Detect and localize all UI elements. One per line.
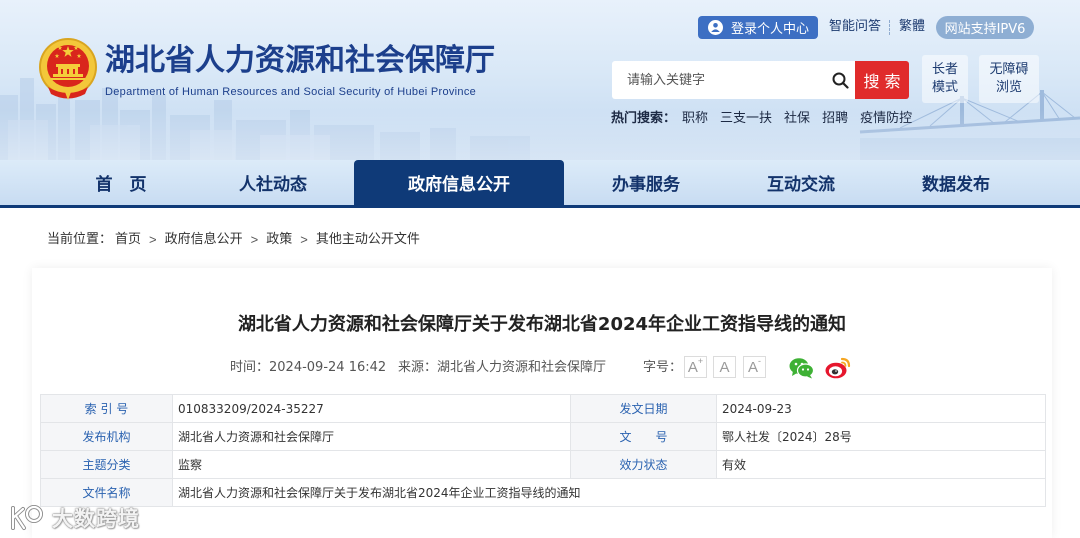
weibo-icon[interactable] xyxy=(825,356,851,379)
breadcrumb-item[interactable]: 首页 xyxy=(115,231,141,249)
table-label: 文 号 xyxy=(570,422,717,451)
hot-search-item[interactable]: 三支一扶 xyxy=(720,110,772,128)
hot-search: 热门搜索： 职称 三支一扶 社保 招聘 疫情防控 xyxy=(611,110,912,128)
font-size-mark: - xyxy=(758,356,761,366)
hot-search-label: 热门搜索： xyxy=(611,111,677,126)
article-title: 湖北省人力资源和社会保障厅关于发布湖北省2024年企业工资指导线的通知 xyxy=(237,314,847,335)
search-button[interactable]: 搜 索 xyxy=(855,61,909,99)
table-value: 湖北省人力资源和社会保障厅关于发布湖北省2024年企业工资指导线的通知 xyxy=(172,478,1046,507)
hot-search-item[interactable]: 职称 xyxy=(682,110,708,128)
nav-item-data-release[interactable]: 数据发布 xyxy=(880,160,1032,205)
breadcrumb-item[interactable]: 政策 xyxy=(266,231,292,249)
table-row: 文件名称 湖北省人力资源和社会保障厅关于发布湖北省2024年企业工资指导线的通知 xyxy=(40,478,1046,507)
search-box xyxy=(612,61,855,99)
elder-mode-button[interactable]: 长者 模式 xyxy=(922,55,968,103)
table-row: 发布机构 湖北省人力资源和社会保障厅 文 号 鄂人社发〔2024〕28号 xyxy=(40,422,1046,451)
elder-mode-label-line1: 长者 xyxy=(931,62,958,77)
watermark-logo-icon xyxy=(11,505,43,530)
site-subtitle: Department of Human Resources and Social… xyxy=(105,86,477,98)
accessibility-label-line1: 无障碍 xyxy=(989,62,1029,77)
breadcrumb-item[interactable]: 其他主动公开文件 xyxy=(316,231,420,249)
nav-item-services[interactable]: 办事服务 xyxy=(570,160,722,205)
watermark: 大数跨境 xyxy=(8,503,140,533)
font-size-default-button[interactable]: A xyxy=(713,356,736,378)
elder-mode-label-line2: 模式 xyxy=(931,80,958,95)
font-size-increase-button[interactable]: A + xyxy=(684,356,707,378)
nav-item-home[interactable]: 首 页 xyxy=(45,160,197,205)
breadcrumb-label: 当前位置： xyxy=(47,232,113,247)
table-value: 监察 xyxy=(172,450,571,479)
table-label: 发文日期 xyxy=(570,394,717,423)
table-value: 有效 xyxy=(716,450,1046,479)
table-label: 主题分类 xyxy=(40,450,173,479)
font-size-decrease-button[interactable]: A- xyxy=(743,356,766,378)
article-source: 来源： 湖北省人力资源和社会保障厅 xyxy=(398,359,606,377)
table-value: 010833209/2024-35227 xyxy=(172,394,571,423)
hot-search-item[interactable]: 招聘 xyxy=(822,110,848,128)
top-link-divider xyxy=(889,20,890,35)
breadcrumb-item[interactable]: 政府信息公开 xyxy=(165,231,243,249)
nav-item-gov-info-disclosure[interactable]: 政府信息公开 xyxy=(354,160,564,205)
article-time: 时间： 2024-09-24 16:42 xyxy=(230,359,386,377)
search-input[interactable] xyxy=(612,61,827,99)
table-value: 鄂人社发〔2024〕28号 xyxy=(716,422,1046,451)
user-circle-icon xyxy=(708,20,723,35)
table-row: 索 引 号 010833209/2024-35227 发文日期 2024-09-… xyxy=(40,394,1046,423)
national-emblem xyxy=(39,38,97,100)
table-row: 主题分类 监察 效力状态 有效 xyxy=(40,450,1046,479)
breadcrumb: 当前位置： 首页 > 政府信息公开 > 政策 > 其他主动公开文件 xyxy=(47,231,420,249)
font-size-mark: + xyxy=(697,356,704,366)
login-label: 登录个人中心 xyxy=(731,22,810,37)
source-label: 来源： xyxy=(398,360,438,375)
wechat-icon[interactable] xyxy=(789,357,814,379)
time-label: 时间： xyxy=(230,360,270,375)
traditional-chinese-link[interactable]: 繁體 xyxy=(899,18,925,36)
accessibility-button[interactable]: 无障碍 浏览 xyxy=(979,55,1039,103)
table-value: 湖北省人力资源和社会保障厅 xyxy=(172,422,571,451)
nav-item-interaction[interactable]: 互动交流 xyxy=(725,160,877,205)
table-label: 效力状态 xyxy=(570,450,717,479)
hot-search-item[interactable]: 社保 xyxy=(784,110,810,128)
search-icon[interactable] xyxy=(832,72,849,89)
site-header: 湖北省人力资源和社会保障厅 Department of Human Resour… xyxy=(0,0,1080,160)
document-meta-table: 索 引 号 010833209/2024-35227 发文日期 2024-09-… xyxy=(40,394,1046,507)
font-size-letter: A xyxy=(687,358,698,376)
time-value: 2024-09-24 16:42 xyxy=(269,360,387,375)
ipv6-badge: 网站支持IPV6 xyxy=(936,16,1034,39)
hot-search-item[interactable]: 疫情防控 xyxy=(860,110,912,128)
nav-item-hr-news[interactable]: 人社动态 xyxy=(197,160,349,205)
login-button[interactable]: 登录个人中心 xyxy=(698,16,818,39)
table-label: 发布机构 xyxy=(40,422,173,451)
font-size-letter: A xyxy=(719,358,730,376)
breadcrumb-separator: > xyxy=(300,232,308,247)
font-size-letter: A xyxy=(747,358,758,376)
site-title: 湖北省人力资源和社会保障厅 xyxy=(105,43,495,78)
watermark-text: 大数跨境 xyxy=(52,507,140,531)
table-value: 2024-09-23 xyxy=(716,394,1046,423)
font-size-label: 字号： xyxy=(643,360,683,375)
breadcrumb-separator: > xyxy=(149,232,157,247)
accessibility-label-line2: 浏览 xyxy=(995,80,1022,95)
breadcrumb-separator: > xyxy=(250,232,259,247)
main-nav: 首 页 人社动态 政府信息公开 办事服务 互动交流 数据发布 xyxy=(0,160,1080,208)
source-value: 湖北省人力资源和社会保障厅 xyxy=(437,360,607,375)
smart-qa-link[interactable]: 智能问答 xyxy=(829,18,881,36)
table-label: 索 引 号 xyxy=(40,394,173,423)
